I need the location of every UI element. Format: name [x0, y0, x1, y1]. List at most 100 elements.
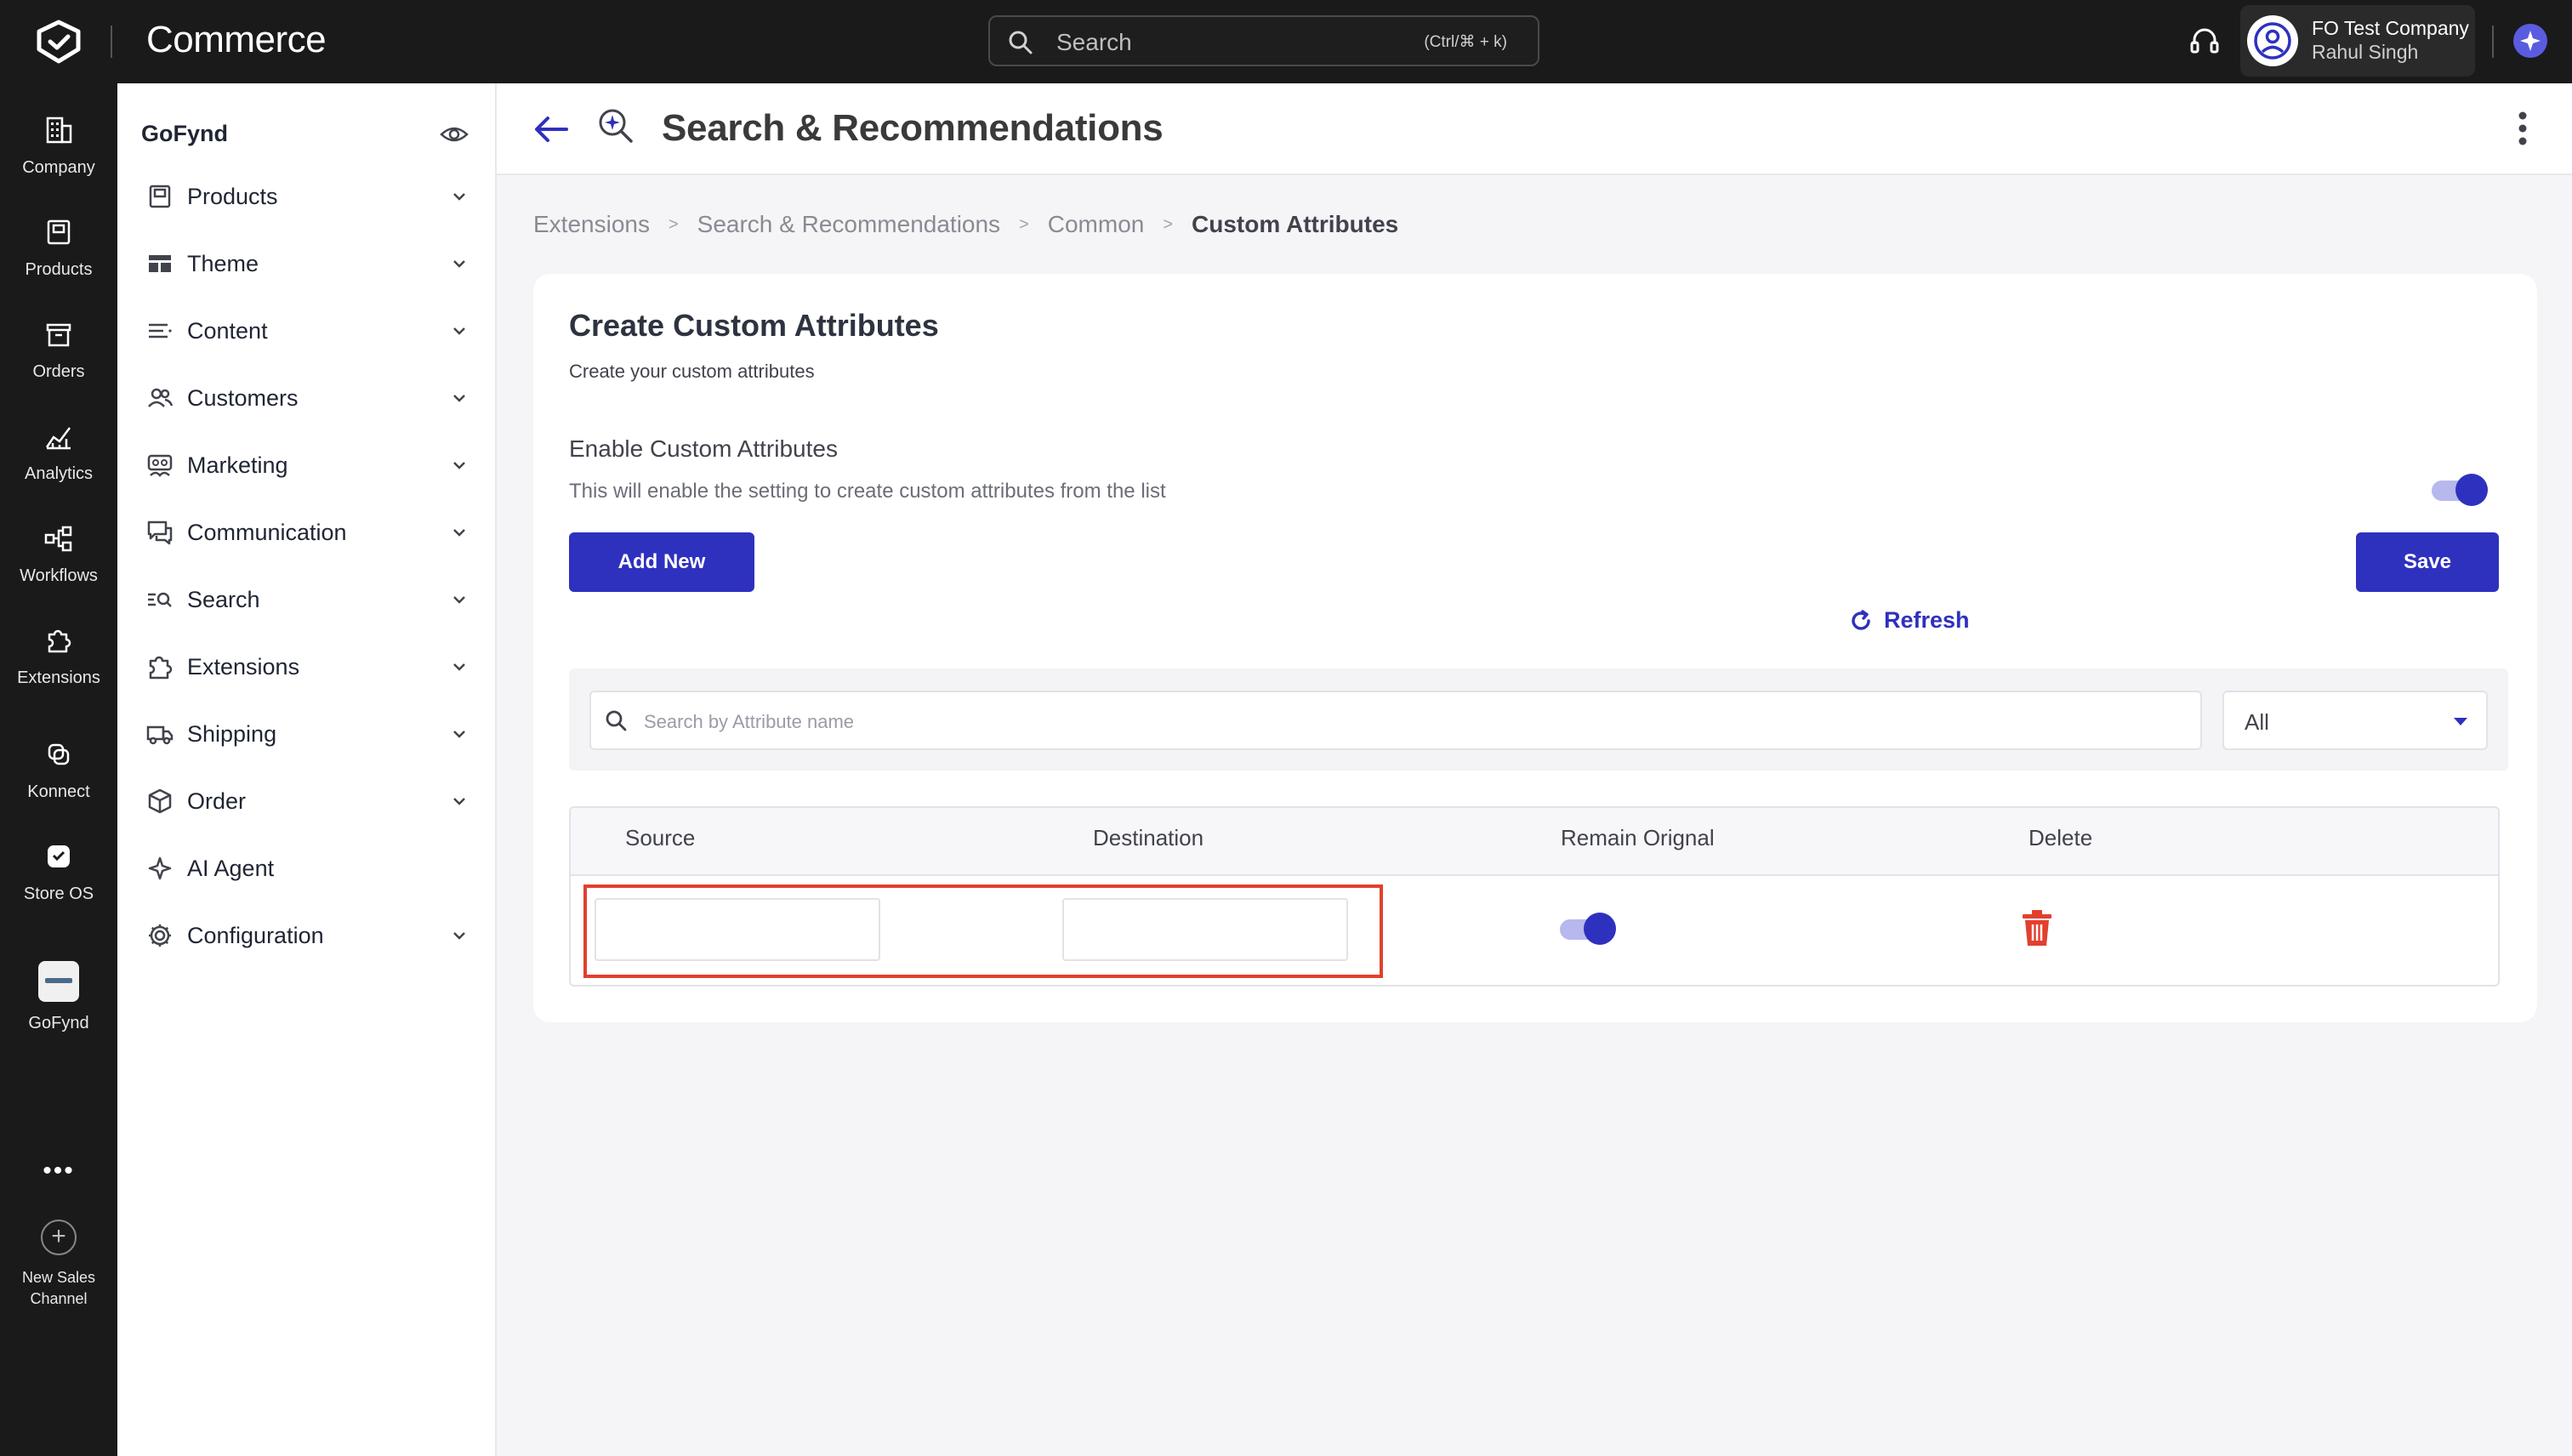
rail-item-store-os[interactable]: Store OS	[0, 840, 117, 904]
sidebar-item-search[interactable]: Search	[146, 578, 469, 621]
enable-custom-attributes-toggle[interactable]	[2432, 474, 2488, 506]
filter-select[interactable]: All	[2222, 691, 2488, 750]
gofynd-logo	[38, 961, 79, 1002]
rail-item-company[interactable]: Company	[0, 114, 117, 178]
orders-icon	[46, 323, 71, 347]
column-header-remain-original: Remain Orignal	[1561, 825, 1715, 850]
breadcrumb-separator: >	[1019, 214, 1029, 234]
page-title: Search & Recommendations	[662, 107, 1164, 149]
rail-label: Workflows	[20, 566, 98, 585]
rail-item-analytics[interactable]: Analytics	[0, 420, 117, 484]
breadcrumb-item[interactable]: Search & Recommendations	[697, 211, 1000, 238]
sidebar-item-label: Products	[187, 183, 278, 209]
sparkle-icon	[2520, 31, 2541, 51]
column-header-delete: Delete	[2029, 825, 2093, 850]
box-icon	[47, 219, 71, 245]
add-new-button[interactable]: Add New	[569, 532, 754, 592]
search-shortcut: (Ctrl/⌘ + k)	[1424, 33, 1507, 51]
global-search-placeholder: Search	[1056, 29, 1132, 55]
back-arrow-icon[interactable]	[532, 112, 570, 146]
sidebar-title: GoFynd	[141, 121, 228, 146]
top-bar: Commerce Search (Ctrl/⌘ + k) FO Test Com…	[0, 0, 2572, 83]
marketing-icon	[147, 454, 173, 477]
sidebar-item-customers[interactable]: Customers	[146, 377, 469, 419]
trash-icon[interactable]	[2019, 908, 2055, 947]
chevron-down-icon	[453, 395, 465, 402]
sidebar-item-label: Order	[187, 788, 247, 814]
rail-label: GoFynd	[28, 1014, 89, 1032]
search-list-icon	[148, 592, 172, 607]
attribute-search-placeholder: Search by Attribute name	[644, 711, 855, 732]
headset-icon[interactable]	[2188, 24, 2222, 58]
sidebar-item-theme[interactable]: Theme	[146, 242, 469, 285]
sidebar: GoFynd Products Theme Content Customers …	[117, 83, 497, 1456]
rail-item-konnect[interactable]: Konnect	[0, 738, 117, 802]
filter-bar: Search by Attribute name All	[569, 668, 2508, 771]
attribute-search-input[interactable]: Search by Attribute name	[589, 691, 2202, 750]
search-icon	[606, 710, 627, 731]
highlight-annotation	[583, 884, 1383, 978]
sidebar-item-label: Marketing	[187, 452, 288, 478]
commerce-logo[interactable]	[34, 19, 83, 65]
content-icon	[149, 323, 172, 338]
column-header-source: Source	[625, 825, 696, 850]
user-menu[interactable]: FO Test Company Rahul Singh	[2240, 5, 2475, 77]
sidebar-item-shipping[interactable]: Shipping	[146, 713, 469, 755]
sidebar-item-content[interactable]: Content	[146, 310, 469, 352]
sidebar-item-label: Content	[187, 317, 268, 344]
global-search[interactable]: Search (Ctrl/⌘ + k)	[988, 15, 1539, 66]
search-icon	[1009, 31, 1033, 54]
rail-item-products[interactable]: Products	[0, 216, 117, 280]
more-vertical-icon[interactable]	[2518, 111, 2528, 146]
rail-label: Orders	[32, 362, 85, 381]
building-icon	[46, 117, 72, 144]
sidebar-item-marketing[interactable]: Marketing	[146, 444, 469, 486]
sidebar-item-products[interactable]: Products	[146, 175, 469, 218]
save-button[interactable]: Save	[2356, 532, 2499, 592]
enable-setting-title: Enable Custom Attributes	[569, 435, 838, 462]
refresh-button[interactable]: Refresh	[1848, 607, 1970, 634]
breadcrumb-separator: >	[1163, 214, 1174, 234]
search-recommendations-icon	[599, 109, 633, 143]
new-channel-label-line1: New Sales	[21, 1269, 96, 1286]
sidebar-item-order[interactable]: Order	[146, 780, 469, 822]
sidebar-item-ai-agent[interactable]: AI Agent	[146, 847, 469, 890]
rail-label: Company	[22, 158, 95, 177]
sidebar-item-label: Search	[187, 586, 260, 612]
rail-label: Analytics	[24, 464, 94, 483]
chart-icon	[45, 427, 71, 450]
users-icon	[148, 388, 174, 407]
sidebar-item-configuration[interactable]: Configuration	[146, 914, 469, 957]
column-header-destination: Destination	[1093, 825, 1204, 850]
logo-divider	[111, 26, 112, 58]
app-name: Commerce	[146, 19, 327, 60]
sidebar-item-communication[interactable]: Communication	[146, 511, 469, 554]
sidebar-item-label: Extensions	[187, 653, 300, 680]
sidebar-item-label: Configuration	[187, 922, 324, 948]
rail-item-gofynd[interactable]: GoFynd	[0, 961, 117, 1033]
konnect-icon	[48, 743, 70, 765]
store-os-icon	[48, 845, 70, 867]
theme-icon	[149, 255, 171, 272]
chevron-down-icon	[453, 731, 465, 738]
rail-item-workflows[interactable]: Workflows	[0, 522, 117, 586]
breadcrumb-item[interactable]: Common	[1048, 211, 1145, 238]
remain-original-toggle[interactable]	[1560, 913, 1616, 945]
chevron-down-icon	[453, 462, 465, 469]
new-sales-channel[interactable]: + New Sales Channel	[0, 1220, 117, 1310]
sidebar-item-extensions[interactable]: Extensions	[146, 646, 469, 688]
chevron-down-icon	[453, 663, 465, 671]
user-name: Rahul Singh	[2312, 41, 2419, 63]
chevron-down-icon	[453, 596, 465, 604]
sidebar-item-label: Theme	[187, 250, 259, 276]
puzzle-icon	[149, 656, 173, 680]
ai-assistant-button[interactable]	[2513, 24, 2547, 58]
ai-agent-icon	[148, 856, 172, 880]
rail-item-extensions[interactable]: Extensions	[0, 624, 117, 688]
breadcrumb-item[interactable]: Extensions	[533, 211, 650, 238]
rail-item-orders[interactable]: Orders	[0, 318, 117, 382]
more-icon[interactable]: •••	[0, 1157, 117, 1186]
eye-icon[interactable]	[439, 119, 469, 150]
chat-icon	[147, 520, 173, 545]
new-channel-label-line2: Channel	[30, 1290, 88, 1307]
